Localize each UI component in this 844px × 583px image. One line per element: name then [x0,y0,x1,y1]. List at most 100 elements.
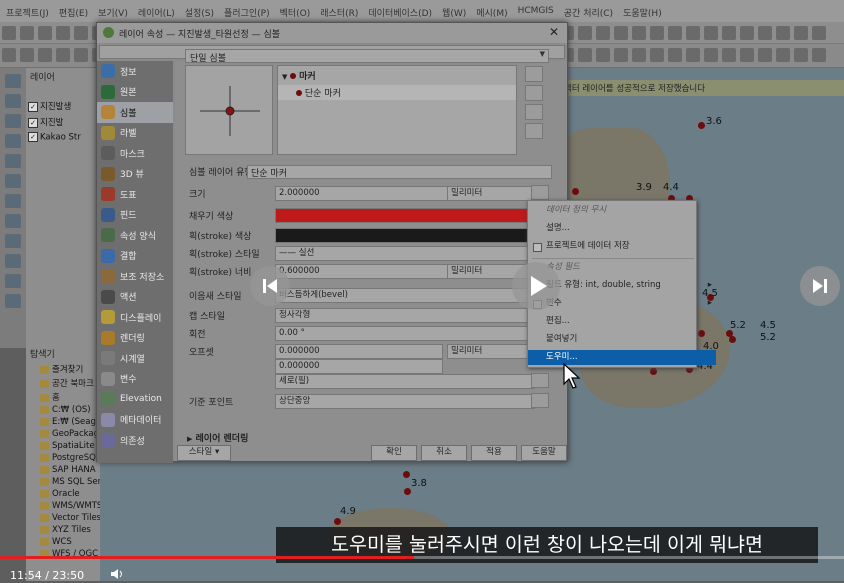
layer-item[interactable]: ✓ 지진발생 [26,98,100,114]
symbol-layer-tree[interactable]: ▼ 마커 단순 마커 [277,65,517,155]
offset-x-field[interactable]: 0.000000 [275,344,443,359]
vertex-tool-icon[interactable] [5,254,21,268]
vertex-tool-icon[interactable] [5,214,21,228]
menu-item[interactable]: 편집(E) [59,6,88,22]
toolbar-button-icon[interactable] [758,26,772,40]
browser-item[interactable]: 공간 북마크 [26,376,100,390]
vertex-tool-icon[interactable] [5,74,21,88]
data-defined-override-icon[interactable] [531,393,549,408]
browser-item[interactable]: C:₩ (OS) [26,404,100,416]
vertex-tool-icon[interactable] [5,134,21,148]
nav-item[interactable]: 원본 [97,82,173,103]
ok-button[interactable]: 확인 [371,445,417,461]
browser-item[interactable]: XYZ Tiles [26,524,100,536]
menu-item[interactable]: 웹(W) [442,6,466,22]
toolbar-button-icon[interactable] [758,48,772,62]
menu-item[interactable]: 프로젝트(J) [6,6,49,22]
symbol-layer-type-select[interactable]: 단순 마커 [247,165,552,179]
browser-item[interactable]: WMS/WMTS [26,500,100,512]
toolbar-button-icon[interactable] [704,48,718,62]
toolbar-button-icon[interactable] [722,26,736,40]
browser-item[interactable]: SAP HANA [26,464,100,476]
toolbar-button-icon[interactable] [2,48,16,62]
browser-item[interactable]: MS SQL Server [26,476,100,488]
toolbar-button-icon[interactable] [668,48,682,62]
layer-checkbox[interactable]: ✓ [28,101,38,112]
menu-item[interactable]: 공간 처리(C) [564,6,613,22]
earthquake-point[interactable] [729,336,736,343]
toolbar-button-icon[interactable] [776,48,790,62]
toolbar-button-icon[interactable] [650,48,664,62]
earthquake-point[interactable] [572,188,579,195]
property-field[interactable]: 2.000000 [275,186,449,201]
toolbar-button-icon[interactable] [704,26,718,40]
toolbar-button-icon[interactable] [794,26,808,40]
symbol-tree-child[interactable]: 단순 마커 [278,85,516,100]
menu-item[interactable]: 프로젝트에 데이터 저장 [528,239,716,254]
toolbar-button-icon[interactable] [74,48,88,62]
menu-item[interactable]: 도움말(H) [623,6,662,22]
volume-icon[interactable] [110,568,124,580]
toolbar-button-icon[interactable] [74,26,88,40]
nav-item[interactable]: 핀드 [97,205,173,226]
renderer-select[interactable]: 단일 심볼 ▼ [185,49,549,64]
browser-item[interactable]: 즐겨찾기 [26,362,100,376]
earthquake-point[interactable] [698,122,705,129]
play-button[interactable] [512,262,560,310]
data-defined-override-icon[interactable] [531,185,549,200]
toolbar-button-icon[interactable] [686,48,700,62]
menu-checkbox[interactable] [533,243,542,252]
vertex-tool-icon[interactable] [5,94,21,108]
toolbar-button-icon[interactable] [596,26,610,40]
nav-item[interactable]: 시계열 [97,348,173,369]
toolbar-button-icon[interactable] [614,48,628,62]
earthquake-point[interactable] [334,518,341,525]
nav-item[interactable]: 디스플레이 [97,307,173,328]
toolbar-button-icon[interactable] [596,48,610,62]
menu-item[interactable]: HCMGIS [518,6,554,22]
menu-item[interactable]: 설명... [528,221,716,236]
data-defined-override-icon[interactable] [531,373,549,388]
layer-rendering-section[interactable]: ▶ 레이어 렌더링 [187,431,387,445]
toolbar-button-icon[interactable] [668,26,682,40]
browser-item[interactable]: GeoPackage [26,428,100,440]
layer-checkbox[interactable]: ✓ [28,117,38,128]
nav-item[interactable]: 변수 [97,369,173,390]
vertex-tool-icon[interactable] [5,114,21,128]
toolbar-button-icon[interactable] [632,48,646,62]
toolbar-button-icon[interactable] [578,26,592,40]
browser-item[interactable]: 홈 [26,390,100,404]
toolbar-button-icon[interactable] [812,48,826,62]
toolbar-button-icon[interactable] [38,26,52,40]
menu-item[interactable]: 붙여넣기 [528,332,716,347]
property-field[interactable]: 비스듬하게(bevel) [275,288,535,303]
previous-button[interactable] [250,266,290,306]
nav-item[interactable]: 보조 저장소 [97,266,173,287]
menu-item[interactable]: 플러그인(P) [224,6,270,22]
toolbar-button-icon[interactable] [650,26,664,40]
nav-item[interactable]: 액션 [97,287,173,308]
property-field[interactable]: 상단중앙 [275,394,535,409]
color-button[interactable] [275,208,529,223]
vertex-tool-icon[interactable] [5,294,21,308]
nav-item[interactable]: 라벨 [97,123,173,144]
nav-item[interactable]: Elevation [97,389,173,410]
toolbar-button-icon[interactable] [20,48,34,62]
cancel-button[interactable]: 취소 [421,445,467,461]
lock-icon[interactable] [525,123,543,139]
browser-item[interactable]: PostgreSQL [26,452,100,464]
toolbar-button-icon[interactable] [722,48,736,62]
property-field[interactable]: —— 실선 [275,246,535,261]
nav-item[interactable]: 3D 뷰 [97,164,173,185]
earthquake-point[interactable] [403,471,410,478]
toolbar-button-icon[interactable] [740,48,754,62]
layer-item[interactable]: ✓ Kakao Str [26,130,100,145]
browser-item[interactable]: WCS [26,536,100,548]
nav-item[interactable]: 마스크 [97,143,173,164]
close-icon[interactable]: ✕ [549,25,559,39]
nav-item[interactable]: 속성 양식 [97,225,173,246]
layer-item[interactable]: ✓ 지진발 [26,114,100,130]
toolbar-button-icon[interactable] [2,26,16,40]
menu-item[interactable]: 레이어(L) [138,6,175,22]
menu-item[interactable]: 벡터(O) [280,6,311,22]
